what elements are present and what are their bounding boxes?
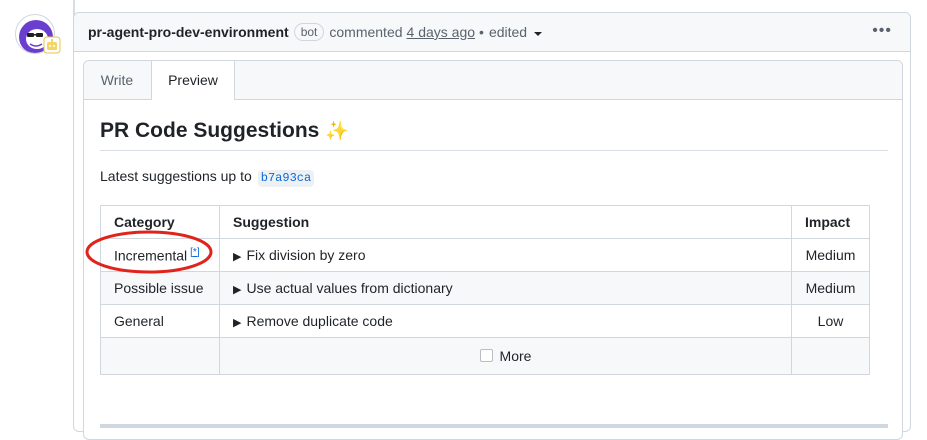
heading-text: PR Code Suggestions [100, 119, 320, 142]
header-impact: Impact [791, 205, 870, 239]
chevron-down-icon[interactable] [534, 32, 543, 36]
preview-body: PR Code Suggestions ✨ Latest suggestions … [100, 100, 888, 439]
table-row: General ▶ Remove duplicate code Low [100, 304, 870, 338]
header-suggestion: Suggestion [219, 205, 792, 239]
impact-cell: Medium [791, 238, 870, 272]
edited-dropdown-label[interactable]: edited [489, 23, 527, 41]
disclosure-triangle-icon[interactable]: ▶ [233, 317, 241, 329]
bot-badge-icon [43, 36, 61, 54]
section-divider [100, 424, 888, 428]
avatar[interactable] [15, 14, 61, 54]
disclosure-triangle-icon[interactable]: ▶ [233, 251, 241, 263]
editor-tab-bar: Write Preview [84, 61, 902, 100]
impact-cell: Low [791, 304, 870, 338]
suggestion-cell[interactable]: ▶ Use actual values from dictionary [219, 271, 792, 305]
category-cell: General [100, 304, 220, 338]
tab-preview[interactable]: Preview [151, 61, 235, 100]
category-cell: Incremental [*] [100, 238, 220, 272]
suggestion-cell[interactable]: ▶ Fix division by zero [219, 238, 792, 272]
checkbox-icon[interactable] [479, 349, 493, 362]
table-row: Incremental [*] ▶ Fix division by zero Med… [100, 238, 870, 272]
suggestion-summary[interactable]: Fix division by zero [246, 247, 365, 263]
separator-dot: • [479, 24, 484, 40]
more-label[interactable]: More [500, 348, 532, 364]
heading-divider [100, 150, 888, 151]
page-title: PR Code Suggestions ✨ [100, 117, 349, 146]
footnote-link[interactable]: [*] [190, 247, 199, 258]
more-row: More [100, 337, 870, 375]
commit-hash-link[interactable]: b7a93ca [257, 170, 315, 187]
table-header-row: Category Suggestion Impact [100, 205, 870, 239]
latest-suggestions-line: Latest suggestions up to b7a93ca [100, 166, 315, 187]
comment-editor: Write Preview PR Code Suggestions ✨ Lates… [83, 60, 903, 440]
table-row: Possible issue ▶ Use actual values from d… [100, 271, 870, 305]
suggestion-cell[interactable]: ▶ Remove duplicate code [219, 304, 792, 338]
commented-text: commented [329, 24, 403, 40]
header-category: Category [100, 205, 220, 239]
bot-label-badge: bot [293, 23, 325, 41]
suggestion-summary[interactable]: Remove duplicate code [246, 313, 392, 329]
more-row-blank-cell [100, 337, 220, 375]
tab-write[interactable]: Write [84, 61, 150, 99]
category-cell: Possible issue [100, 271, 220, 305]
timestamp-link[interactable]: 4 days ago [407, 23, 476, 41]
comment-box: pr-agent-pro-dev-environment bot comment… [73, 12, 911, 440]
more-row-blank-cell [791, 337, 870, 375]
more-cell[interactable]: More [219, 337, 792, 375]
sparkles-icon: ✨ [325, 121, 350, 142]
kebab-horizontal-icon[interactable]: ••• [872, 21, 892, 41]
impact-cell: Medium [791, 271, 870, 305]
category-label: Incremental [114, 247, 188, 264]
suggestions-table: Category Suggestion Impact Incremental [*… [100, 205, 870, 375]
author-link[interactable]: pr-agent-pro-dev-environment [88, 23, 289, 41]
disclosure-triangle-icon[interactable]: ▶ [233, 284, 241, 296]
latest-suggestions-text: Latest suggestions up to [100, 168, 252, 184]
comment-header: pr-agent-pro-dev-environment bot comment… [74, 13, 910, 52]
suggestion-summary[interactable]: Use actual values from dictionary [246, 280, 452, 296]
